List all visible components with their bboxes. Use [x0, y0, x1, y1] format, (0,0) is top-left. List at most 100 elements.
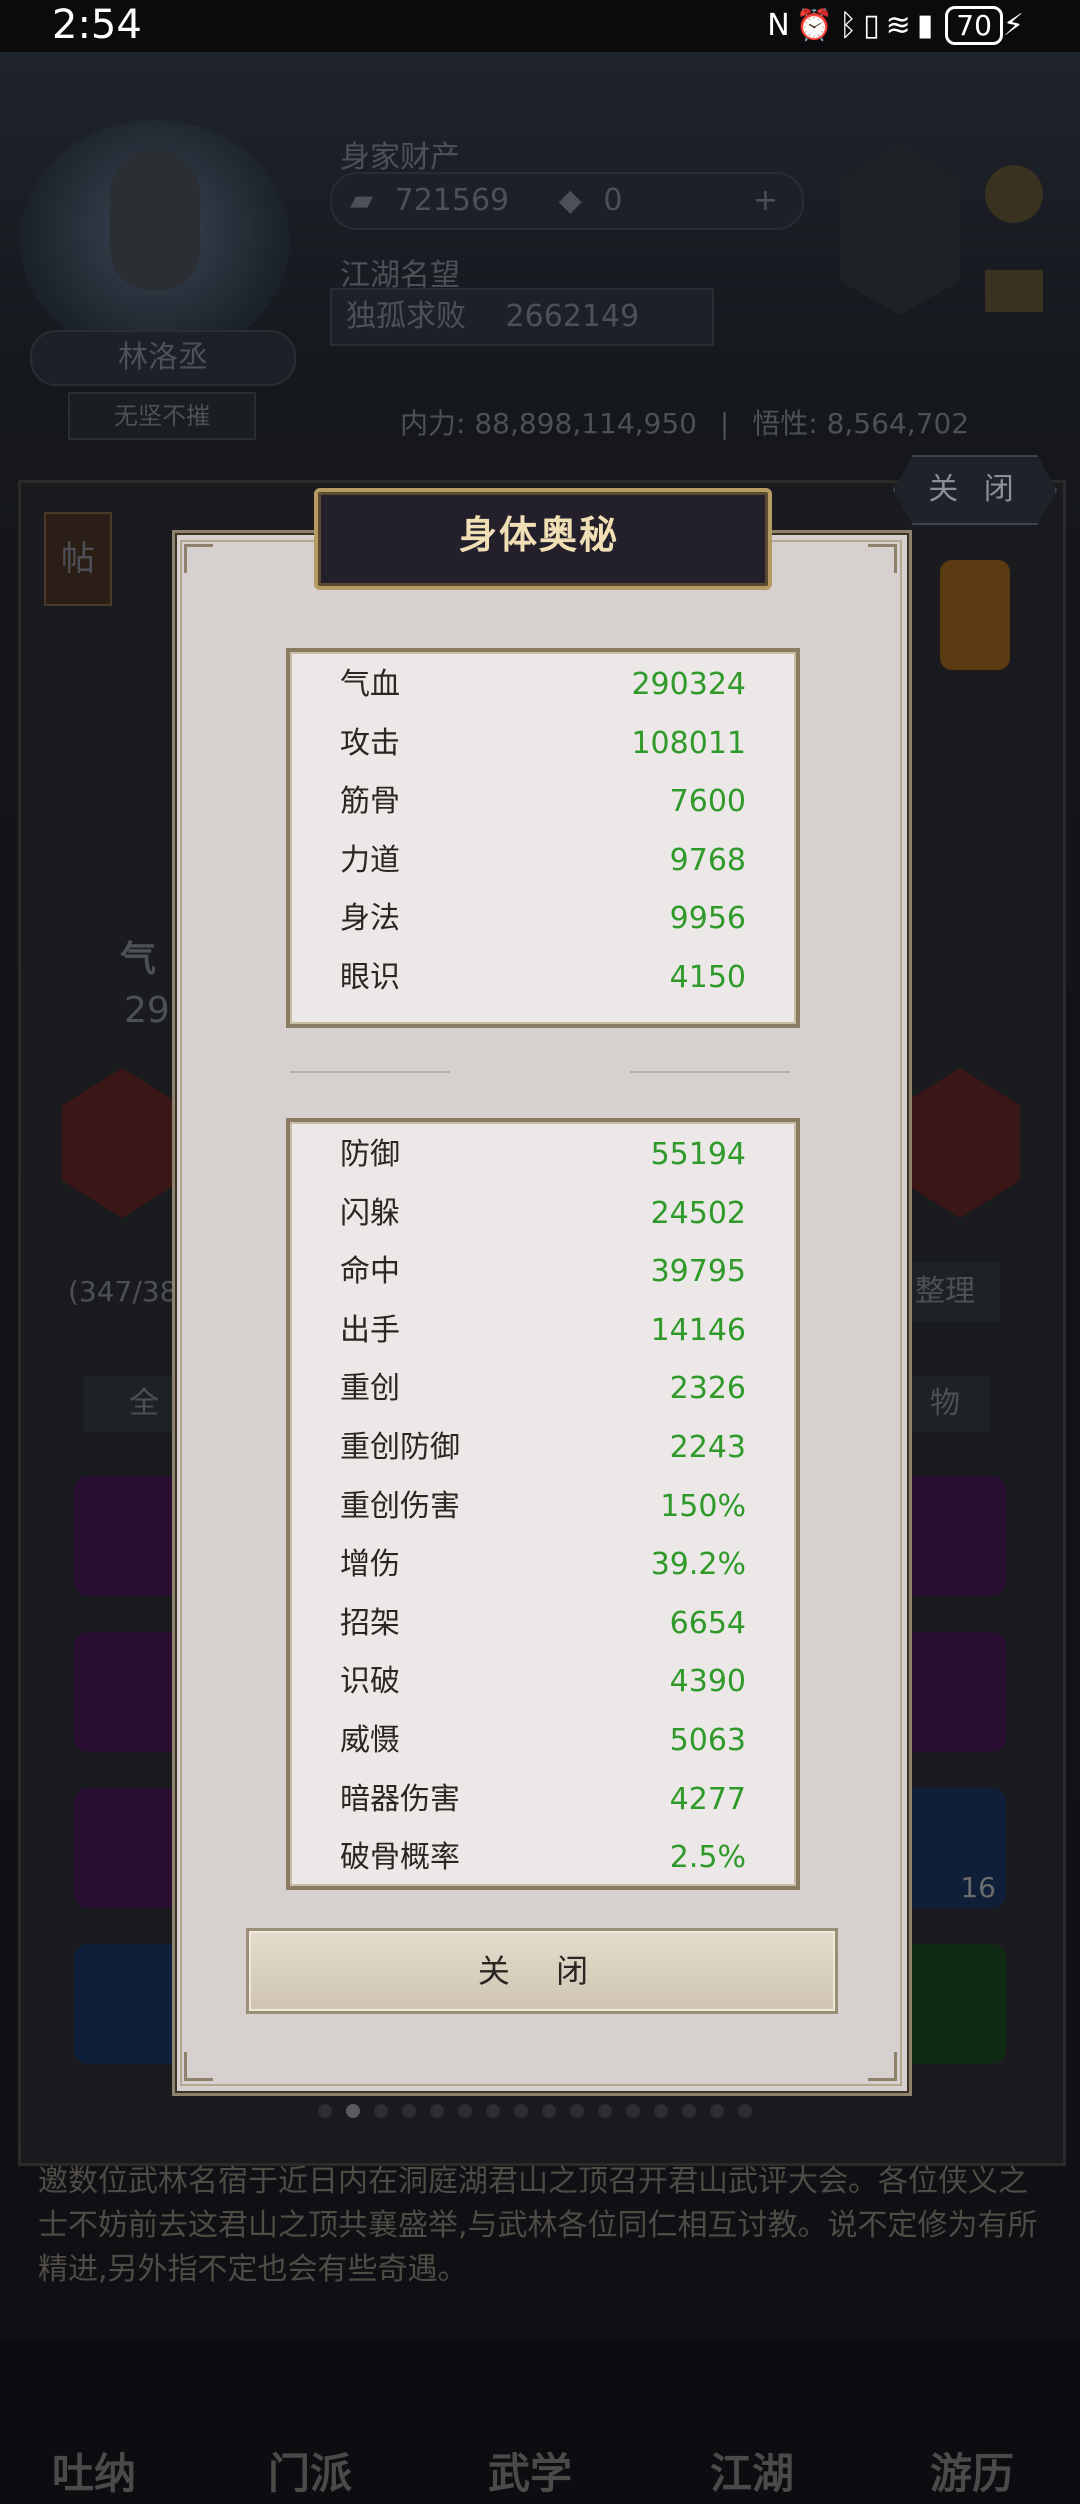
page-dot[interactable] — [346, 2104, 360, 2118]
stat-label: 命中 — [340, 1254, 400, 1290]
fame-value: 2662149 — [505, 299, 640, 334]
inventory-count: (347/38 — [68, 1275, 178, 1308]
wealth-bar: ▰ 721569 ◆ 0 + — [330, 172, 804, 230]
nav-item-martial-arts[interactable]: 武学 — [488, 2440, 572, 2501]
page-dot[interactable] — [738, 2104, 752, 2118]
stat-value: 2.5% — [669, 1840, 746, 1876]
bluetooth-icon: ᛒ — [839, 8, 864, 43]
stat-value: 24502 — [650, 1195, 746, 1231]
stat-value: 2243 — [669, 1430, 746, 1465]
stat-value: 55194 — [650, 1137, 746, 1172]
stat-row: 身法 9956 — [290, 890, 796, 948]
page-dot[interactable] — [430, 2104, 444, 2118]
stat-row: 重创伤害 150% — [290, 1478, 796, 1536]
stat-label: 眼识 — [340, 960, 400, 995]
stat-row: 攻击 108011 — [290, 715, 796, 773]
stat-row: 招架 6654 — [290, 1595, 796, 1653]
stat-value: 39.2% — [650, 1547, 746, 1583]
page-dot[interactable] — [374, 2104, 388, 2118]
page-dot[interactable] — [598, 2104, 612, 2118]
inner-power: 内力: 88,898,114,950 — [400, 407, 697, 440]
stat-label: 防御 — [340, 1137, 400, 1172]
stat-label: 暗器伤害 — [340, 1781, 460, 1817]
stat-label: 重创防御 — [340, 1430, 460, 1465]
wealth-label: 身家财产 — [340, 140, 460, 175]
stat-value: 290324 — [631, 667, 746, 702]
alarm-icon: ⏰ — [795, 8, 840, 43]
stat-label: 闪躲 — [340, 1195, 400, 1231]
nav-item-travel[interactable]: 游历 — [930, 2440, 1014, 2501]
event-notice: 邀数位武林名宿于近日内在洞庭湖君山之顶召开君山武评大会。各位侠义之士不妨前去这君… — [38, 2164, 1038, 2287]
page-dot[interactable] — [542, 2104, 556, 2118]
gold-ingot-icon: ▰ — [350, 183, 374, 218]
stat-row: 命中 39795 — [290, 1243, 796, 1301]
nav-item-sect[interactable]: 门派 — [268, 2440, 352, 2501]
battery-indicator: 70 — [945, 6, 1003, 45]
slot-count-badge: 16 — [960, 1871, 996, 1904]
mail-icon[interactable] — [985, 270, 1043, 312]
fame-bar: 独孤求败 2662149 — [330, 288, 714, 346]
stat-value: 108011 — [631, 725, 746, 761]
jade-icon: ◆ — [558, 183, 582, 218]
stat-row: 气血 290324 — [290, 656, 796, 714]
qi-label: 气 — [120, 939, 157, 980]
comprehension: 悟性: 8,564,702 — [752, 407, 970, 440]
nav-item-breathing[interactable]: 吐纳 — [52, 2440, 136, 2501]
stat-value: 150% — [660, 1488, 746, 1524]
stat-label: 出手 — [340, 1312, 400, 1348]
stat-row: 增伤 39.2% — [290, 1536, 796, 1594]
stat-value: 14146 — [650, 1312, 746, 1348]
wifi-icon: ≋ — [885, 8, 917, 43]
panel-close-button[interactable]: 关 闭 — [893, 455, 1057, 525]
page-dot[interactable] — [514, 2104, 528, 2118]
stat-row: 闪躲 24502 — [290, 1185, 796, 1243]
stat-value: 4390 — [669, 1664, 746, 1700]
page-dot[interactable] — [318, 2104, 332, 2118]
clock: 2:54 — [52, 2, 142, 48]
stat-value: 6654 — [669, 1605, 746, 1641]
page-dot[interactable] — [682, 2104, 696, 2118]
stat-value: 9956 — [669, 901, 746, 937]
nfc-icon: N — [767, 8, 796, 43]
gear-icon[interactable] — [985, 165, 1043, 223]
advanced-stats-panel[interactable]: 防御 55194 闪躲 24502 命中 39795 出手 14146 重创 2326 重创防御 22… — [286, 1118, 800, 1890]
fame-title: 独孤求败 — [346, 299, 466, 334]
page-dot[interactable] — [626, 2104, 640, 2118]
page-dot[interactable] — [486, 2104, 500, 2118]
stat-row: 威慑 5063 — [290, 1712, 796, 1770]
frame-corner — [184, 544, 213, 573]
stat-row: 力道 9768 — [290, 832, 796, 890]
stat-label: 威慑 — [340, 1723, 400, 1758]
frame-corner — [868, 2052, 897, 2081]
signal-icon: ▮ — [916, 8, 940, 43]
add-currency-button[interactable]: + — [753, 174, 778, 228]
charm-icon[interactable] — [940, 560, 1010, 670]
jade-amount: 0 — [603, 183, 623, 218]
stat-label: 增伤 — [340, 1547, 400, 1583]
close-button[interactable]: 关 闭 — [246, 1928, 838, 2014]
stat-row: 识破 4390 — [290, 1653, 796, 1711]
filter-items-tab[interactable]: 物 — [900, 1376, 990, 1432]
stat-row: 重创 2326 — [290, 1360, 796, 1418]
frame-corner — [184, 2052, 213, 2081]
invitation-icon[interactable]: 帖 — [44, 512, 112, 606]
page-dot[interactable] — [458, 2104, 472, 2118]
page-dot[interactable] — [710, 2104, 724, 2118]
yinyang-icon[interactable] — [840, 145, 960, 315]
stat-label: 招架 — [340, 1605, 400, 1641]
page-dot[interactable] — [570, 2104, 584, 2118]
page-dot[interactable] — [654, 2104, 668, 2118]
stat-row: 筋骨 7600 — [290, 773, 796, 831]
vibrate-icon: ▯ — [863, 8, 886, 43]
stat-value: 9768 — [669, 842, 746, 878]
stat-row: 眼识 4150 — [290, 949, 796, 1007]
dialog-title: 身体奥秘 — [458, 513, 619, 557]
stat-row: 重创防御 2243 — [290, 1419, 796, 1477]
avatar-portrait — [110, 150, 200, 290]
page-dot[interactable] — [402, 2104, 416, 2118]
basic-stats-panel: 气血 290324 攻击 108011 筋骨 7600 力道 9768 身法 9956 眼识 4150 — [286, 648, 800, 1028]
section-divider — [290, 1065, 790, 1079]
nav-item-jianghu[interactable]: 江湖 — [710, 2440, 794, 2501]
power-stats: 内力: 88,898,114,950 | 悟性: 8,564,702 — [400, 407, 970, 440]
gold-amount: 721569 — [394, 183, 510, 218]
